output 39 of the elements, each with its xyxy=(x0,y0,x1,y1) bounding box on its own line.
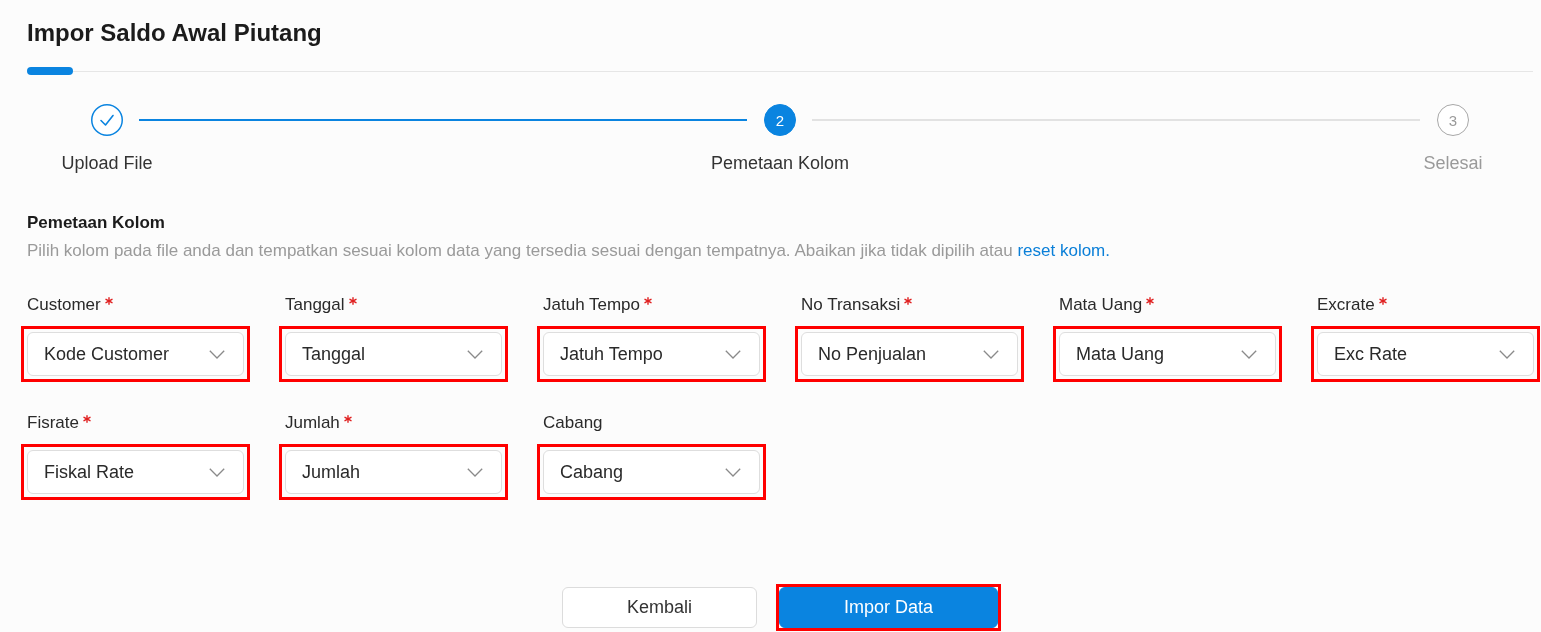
field-label: Customer xyxy=(27,294,101,316)
column-select[interactable]: Tanggal xyxy=(285,332,502,376)
chevron-down-icon xyxy=(467,467,483,477)
chevron-down-icon xyxy=(725,467,741,477)
page-title: Impor Saldo Awal Piutang xyxy=(27,18,323,48)
chevron-down-icon xyxy=(1241,349,1257,359)
step-label: Pemetaan Kolom xyxy=(710,152,850,174)
field-label: Fisrate xyxy=(27,412,79,434)
column-select[interactable]: Fiskal Rate xyxy=(27,450,244,494)
chevron-down-icon xyxy=(209,467,225,477)
chevron-down-icon xyxy=(1499,349,1515,359)
field-label: No Transaksi xyxy=(801,294,901,316)
field-label: Jumlah xyxy=(285,412,340,434)
field-label: Jatuh Tempo xyxy=(543,294,641,316)
column-select[interactable]: Jatuh Tempo xyxy=(543,332,760,376)
section-description: Pilih kolom pada file anda dan tempatkan sesuai kolom data yang tersedia sesuai dengan tempatnya. Abaikan jika tidak dipilih atau reset kolom. xyxy=(27,240,1111,262)
column-select[interactable]: Kode Customer xyxy=(27,332,244,376)
field-label: Cabang xyxy=(543,412,603,434)
field-label: Excrate xyxy=(1317,294,1375,316)
step-label: Upload File xyxy=(61,152,153,174)
column-select[interactable]: Exc Rate xyxy=(1317,332,1534,376)
chevron-down-icon xyxy=(467,349,483,359)
title-accent-bar xyxy=(27,67,73,75)
chevron-down-icon xyxy=(725,349,741,359)
field-label: Tanggal xyxy=(285,294,345,316)
field-label: Mata Uang xyxy=(1059,294,1143,316)
column-select[interactable]: No Penjualan xyxy=(801,332,1018,376)
column-select[interactable]: Jumlah xyxy=(285,450,502,494)
column-select[interactable]: Cabang xyxy=(543,450,760,494)
chevron-down-icon xyxy=(983,349,999,359)
column-select[interactable]: Mata Uang xyxy=(1059,332,1276,376)
step-number: 3 xyxy=(1437,104,1469,136)
import-button[interactable]: Impor Data xyxy=(779,587,999,628)
section-heading: Pemetaan Kolom xyxy=(27,212,166,234)
back-button[interactable]: Kembali xyxy=(561,587,757,628)
chevron-down-icon xyxy=(209,349,225,359)
step-number: 2 xyxy=(764,104,796,136)
step-label: Selesai xyxy=(1423,152,1483,174)
reset-columns-link[interactable]: reset kolom. xyxy=(1017,241,1110,260)
